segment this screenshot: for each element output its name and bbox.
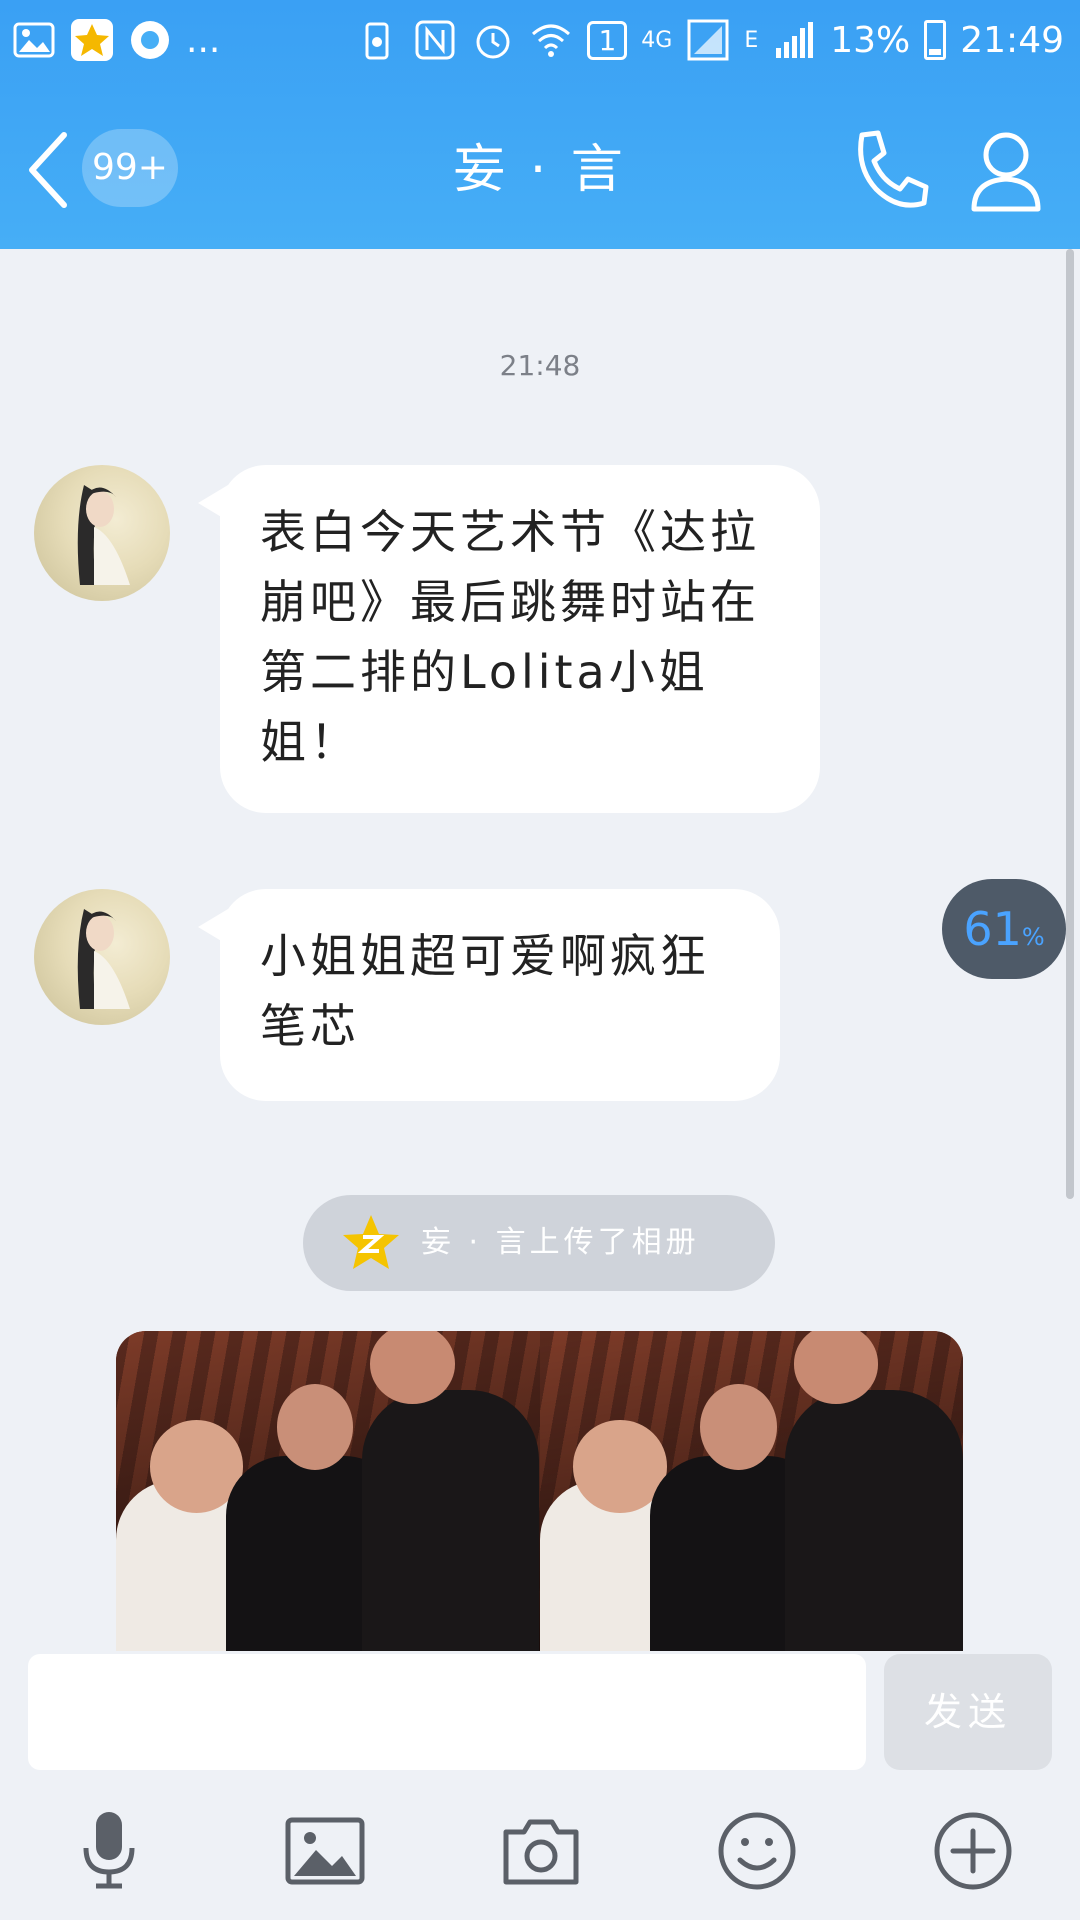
input-toolbar: [0, 1776, 1080, 1920]
send-button[interactable]: 发送: [884, 1654, 1052, 1770]
album-notice-text: 妄 · 言上传了相册: [421, 1225, 700, 1260]
microphone-icon[interactable]: [64, 1806, 154, 1896]
alarm-icon: [476, 25, 510, 59]
profile-icon[interactable]: [968, 125, 1044, 215]
battery-icon: [924, 20, 947, 60]
image-icon[interactable]: [280, 1806, 370, 1896]
back-arrow-icon: [29, 132, 67, 208]
phone-call-icon[interactable]: [848, 125, 932, 215]
qzone-notification-icon: [71, 19, 113, 61]
contact-avatar[interactable]: [34, 465, 170, 601]
signal-strength-icon: [687, 19, 729, 61]
signal-bars-icon: [776, 22, 814, 58]
back-button[interactable]: [22, 125, 82, 215]
message-bubble[interactable]: 表白今天艺术节《达拉崩吧》最后跳舞时站在第二排的Lolita小姐姐！: [198, 465, 820, 813]
unread-count-badge[interactable]: 99+: [82, 129, 178, 207]
album-photo-card[interactable]: [116, 1331, 963, 1651]
network-type-4g: 4G: [641, 27, 673, 53]
plus-icon[interactable]: [928, 1806, 1018, 1896]
message-input[interactable]: [28, 1654, 866, 1770]
read-progress-value: 61: [963, 902, 1022, 956]
gallery-notification-icon: [13, 22, 55, 58]
album-upload-notice[interactable]: 妄 · 言上传了相册: [303, 1195, 775, 1291]
more-notifications: ...: [186, 19, 221, 61]
read-progress-indicator[interactable]: 61%: [942, 879, 1066, 979]
camera-icon[interactable]: [496, 1806, 586, 1896]
emoji-icon[interactable]: [712, 1806, 802, 1896]
header-bar: ... 1 4G E 13% 21:49 99+ 妄 · 言: [0, 0, 1080, 249]
message-bubble[interactable]: 小姐姐超可爱啊疯狂笔芯: [198, 889, 780, 1101]
network-type-e: E: [744, 27, 759, 53]
album-photo[interactable]: [539, 1331, 963, 1651]
sim-badge: 1: [587, 20, 628, 60]
battery-saver-icon: [365, 22, 389, 60]
contact-avatar[interactable]: [34, 889, 170, 1025]
message-text: 小姐姐超可爱啊疯狂笔芯: [260, 929, 710, 1053]
message-input-bar: 发送: [0, 1651, 1080, 1776]
scrollbar[interactable]: [1066, 249, 1074, 1199]
chat-header: 99+ 妄 · 言: [0, 105, 1080, 235]
status-bar: ... 1 4G E 13% 21:49: [0, 0, 1080, 88]
read-progress-unit: %: [1021, 923, 1045, 951]
album-photo[interactable]: [116, 1331, 540, 1651]
battery-percent: 13%: [830, 19, 911, 61]
wifi-icon: [532, 24, 571, 57]
qq-browser-notification-icon: [131, 21, 169, 59]
qzone-star-icon: [343, 1215, 399, 1269]
chat-title: 妄 · 言: [453, 140, 627, 200]
chat-area[interactable]: 21:48 表白今天艺术节《达拉崩吧》最后跳舞时站在第二排的Lolita小姐姐！…: [0, 249, 1080, 1651]
avatar-illustration: [77, 909, 130, 1009]
message-timestamp: 21:48: [499, 349, 581, 382]
clock: 21:49: [960, 19, 1064, 61]
nfc-icon: [415, 20, 455, 60]
avatar-illustration: [77, 485, 130, 585]
message-text: 表白今天艺术节《达拉崩吧》最后跳舞时站在第二排的Lolita小姐姐！: [260, 505, 760, 769]
